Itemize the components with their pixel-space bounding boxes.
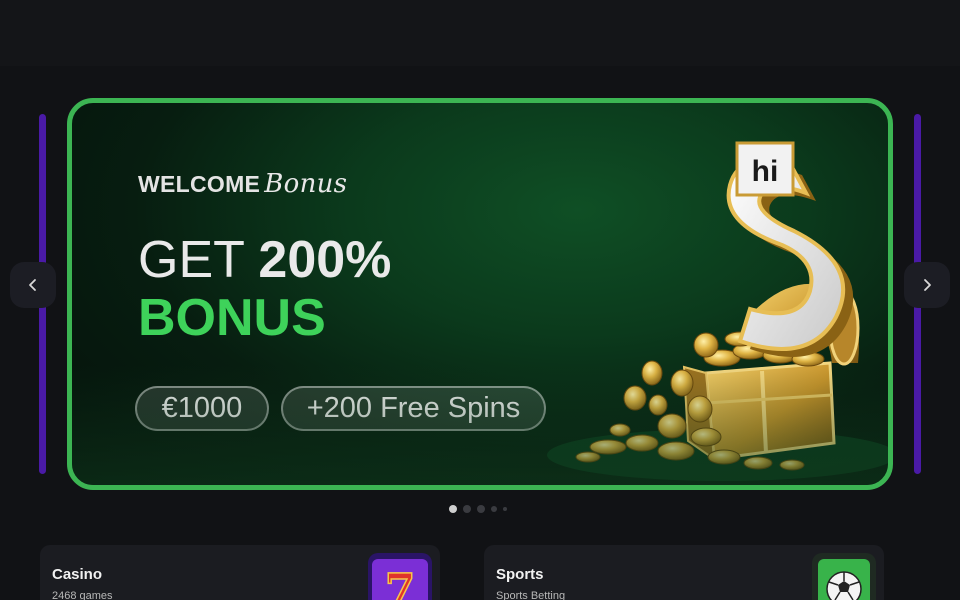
hi-logo-text: hi bbox=[752, 155, 779, 188]
category-subtitle: Sports Betting bbox=[496, 590, 566, 600]
carousel-pagination bbox=[449, 505, 507, 513]
chevron-left-icon bbox=[29, 279, 36, 291]
slot-seven-icon: 7 bbox=[368, 553, 432, 600]
banner-headline-bonus: BONUS bbox=[138, 289, 326, 347]
casino-category-card[interactable]: Casino 2468 games 7 bbox=[40, 545, 440, 600]
carousel-dot-2[interactable] bbox=[463, 505, 471, 513]
carousel-dot-1[interactable] bbox=[449, 505, 457, 513]
category-title: Sports bbox=[496, 566, 544, 583]
treasure-chest-illustration: hi bbox=[547, 141, 888, 481]
welcome-bonus-banner[interactable]: WELCOME Bonus GET 200% BONUS €1000 +200 F… bbox=[67, 98, 893, 490]
category-title: Casino bbox=[52, 566, 103, 583]
carousel-next-button[interactable] bbox=[904, 262, 950, 308]
carousel-dot-5[interactable] bbox=[503, 507, 507, 511]
banner-welcome-label: WELCOME Bonus bbox=[138, 169, 347, 199]
soccer-ball-icon bbox=[812, 553, 876, 600]
headline-prefix: GET bbox=[138, 231, 244, 289]
carousel-dot-4[interactable] bbox=[491, 506, 497, 512]
welcome-script: Bonus bbox=[264, 169, 348, 199]
sports-category-card[interactable]: Sports Sports Betting bbox=[484, 545, 884, 600]
carousel-dot-3[interactable] bbox=[477, 505, 485, 513]
bonus-amount-pill: €1000 bbox=[135, 386, 269, 431]
carousel-prev-button[interactable] bbox=[10, 262, 56, 308]
welcome-prefix: WELCOME bbox=[138, 171, 261, 197]
top-header-bar bbox=[0, 0, 960, 66]
banner-headline: GET 200% bbox=[138, 231, 391, 289]
headline-value: 200% bbox=[258, 231, 392, 289]
chevron-right-icon bbox=[924, 279, 931, 291]
category-subtitle: 2468 games bbox=[52, 590, 113, 600]
svg-text:7: 7 bbox=[385, 565, 416, 600]
